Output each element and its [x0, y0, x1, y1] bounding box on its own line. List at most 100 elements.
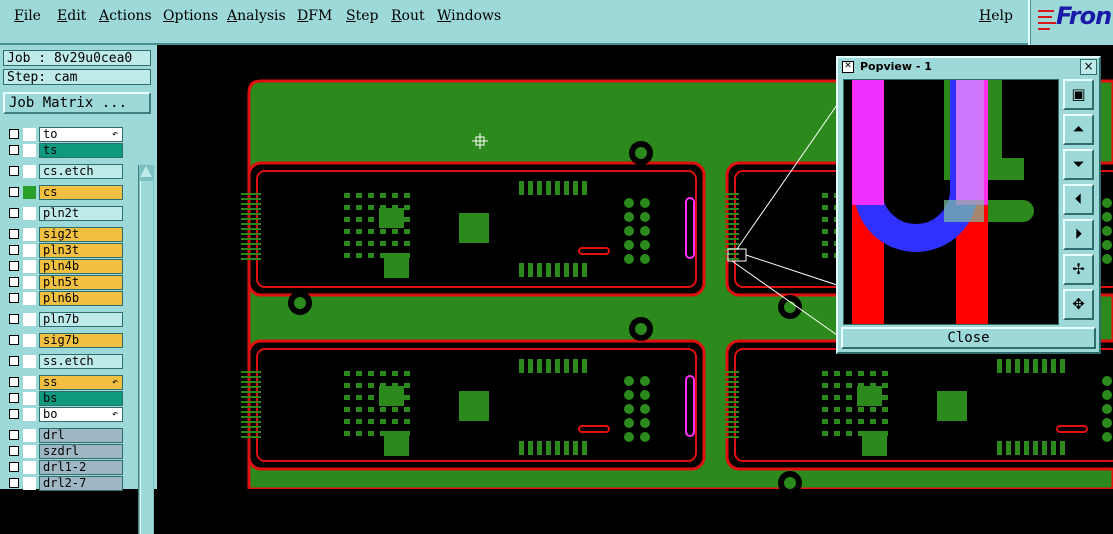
layer-checkbox[interactable] — [9, 187, 19, 197]
layer-checkbox[interactable] — [9, 430, 19, 440]
layer-name[interactable]: pln4b — [39, 259, 123, 274]
layer-row-to[interactable]: to ↶ — [3, 127, 126, 142]
menu-file[interactable]: File — [14, 8, 41, 24]
layer-row-szdrl[interactable]: szdrl — [3, 444, 126, 459]
layer-color-swatch[interactable] — [23, 128, 36, 141]
layer-color-swatch[interactable] — [23, 355, 36, 368]
layer-row-ss-etch[interactable]: ss.etch — [3, 354, 126, 369]
layer-checkbox[interactable] — [9, 277, 19, 287]
layer-color-swatch[interactable] — [23, 392, 36, 405]
layer-color-swatch[interactable] — [23, 313, 36, 326]
layer-row-drl1-2[interactable]: drl1-2 — [3, 460, 126, 475]
layer-color-swatch[interactable] — [23, 445, 36, 458]
layer-row-bs[interactable]: bs — [3, 391, 126, 406]
layer-row-pln5t[interactable]: pln5t — [3, 275, 126, 290]
layer-checkbox[interactable] — [9, 229, 19, 239]
layer-checkbox[interactable] — [9, 145, 19, 155]
layer-name[interactable]: cs.etch — [39, 164, 123, 179]
menu-actions[interactable]: Actions — [99, 8, 152, 24]
pan-right-icon[interactable]: ⏵ — [1063, 219, 1094, 250]
layer-row-sig7b[interactable]: sig7b — [3, 333, 126, 348]
layer-name[interactable]: ss.etch — [39, 354, 123, 369]
layer-checkbox[interactable] — [9, 446, 19, 456]
menu-windows[interactable]: Windows — [437, 8, 501, 24]
layer-color-swatch[interactable] — [23, 376, 36, 389]
layer-checkbox[interactable] — [9, 245, 19, 255]
pan-left-icon[interactable]: ⏴ — [1063, 184, 1094, 215]
layer-row-drl[interactable]: drl — [3, 428, 126, 443]
layer-name[interactable]: sig7b — [39, 333, 123, 348]
menu-options[interactable]: Options — [163, 8, 218, 24]
layer-name[interactable]: pln3t — [39, 243, 123, 258]
layer-checkbox[interactable] — [9, 409, 19, 419]
layer-row-pln6b[interactable]: pln6b — [3, 291, 126, 306]
menu-help[interactable]: Help — [979, 8, 1013, 24]
layer-color-swatch[interactable] — [23, 429, 36, 442]
pan-up-icon[interactable]: ⏶ — [1063, 114, 1094, 145]
layer-row-sig2t[interactable]: sig2t — [3, 227, 126, 242]
layer-color-swatch[interactable] — [23, 260, 36, 273]
layer-color-swatch[interactable] — [23, 408, 36, 421]
close-icon[interactable]: × — [1080, 59, 1097, 75]
layer-checkbox[interactable] — [9, 314, 19, 324]
layer-checkbox[interactable] — [9, 293, 19, 303]
layer-color-swatch[interactable] — [23, 165, 36, 178]
layer-color-swatch[interactable] — [23, 334, 36, 347]
layer-color-swatch[interactable] — [23, 477, 36, 490]
layer-color-swatch[interactable] — [23, 228, 36, 241]
layer-checkbox[interactable] — [9, 462, 19, 472]
popview-titlebar[interactable]: ✕ Popview - 1 × — [840, 59, 1097, 75]
layer-name[interactable]: cs — [39, 185, 123, 200]
layer-color-swatch[interactable] — [23, 186, 36, 199]
layer-checkbox[interactable] — [9, 393, 19, 403]
layer-name[interactable]: pln7b — [39, 312, 123, 327]
layer-checkbox[interactable] — [9, 356, 19, 366]
layer-row-cs[interactable]: cs — [3, 185, 126, 200]
layer-checkbox[interactable] — [9, 478, 19, 488]
layer-color-swatch[interactable] — [23, 292, 36, 305]
window-menu-icon[interactable]: ✕ — [842, 61, 854, 73]
layer-name[interactable]: to ↶ — [39, 127, 123, 142]
layer-row-cs-etch[interactable]: cs.etch — [3, 164, 126, 179]
layer-name[interactable]: pln6b — [39, 291, 123, 306]
menu-analysis[interactable]: Analysis — [227, 8, 286, 24]
layer-name[interactable]: drl1-2 — [39, 460, 123, 475]
menu-step[interactable]: Step — [346, 8, 378, 24]
layer-scrollbar[interactable] — [138, 165, 154, 534]
layer-row-pln7b[interactable]: pln7b — [3, 312, 126, 327]
layer-name[interactable]: pln5t — [39, 275, 123, 290]
layer-color-swatch[interactable] — [23, 461, 36, 474]
layer-checkbox[interactable] — [9, 166, 19, 176]
layer-name[interactable]: bs — [39, 391, 123, 406]
layer-row-pln2t[interactable]: pln2t — [3, 206, 126, 221]
layer-color-swatch[interactable] — [23, 276, 36, 289]
layer-checkbox[interactable] — [9, 335, 19, 345]
layer-row-ts[interactable]: ts — [3, 143, 126, 158]
menu-rout[interactable]: Rout — [391, 8, 425, 24]
layer-row-ss[interactable]: ss ↶ — [3, 375, 126, 390]
layer-row-bo[interactable]: bo ↶ — [3, 407, 126, 422]
layer-checkbox[interactable] — [9, 129, 19, 139]
pan-down-icon[interactable]: ⏷ — [1063, 149, 1094, 180]
menu-edit[interactable]: Edit — [57, 8, 86, 24]
layer-checkbox[interactable] — [9, 208, 19, 218]
zoom-fit-icon[interactable]: ▣ — [1063, 79, 1094, 110]
layer-color-swatch[interactable] — [23, 144, 36, 157]
layer-name[interactable]: ss ↶ — [39, 375, 123, 390]
layer-name[interactable]: sig2t — [39, 227, 123, 242]
zoom-in-icon[interactable]: ✢ — [1063, 254, 1094, 285]
layer-name[interactable]: drl — [39, 428, 123, 443]
layer-name[interactable]: szdrl — [39, 444, 123, 459]
zoom-out-icon[interactable]: ✥ — [1063, 289, 1094, 320]
popview-viewport[interactable] — [843, 79, 1059, 325]
scroll-up-icon[interactable] — [140, 166, 152, 177]
layer-color-swatch[interactable] — [23, 244, 36, 257]
close-button[interactable]: Close — [841, 327, 1096, 349]
layer-row-pln3t[interactable]: pln3t — [3, 243, 126, 258]
scroll-thumb[interactable] — [140, 181, 153, 534]
layer-row-pln4b[interactable]: pln4b — [3, 259, 126, 274]
layer-checkbox[interactable] — [9, 377, 19, 387]
layer-name[interactable]: ts — [39, 143, 123, 158]
layer-color-swatch[interactable] — [23, 207, 36, 220]
job-matrix-button[interactable]: Job Matrix ... — [3, 92, 151, 114]
